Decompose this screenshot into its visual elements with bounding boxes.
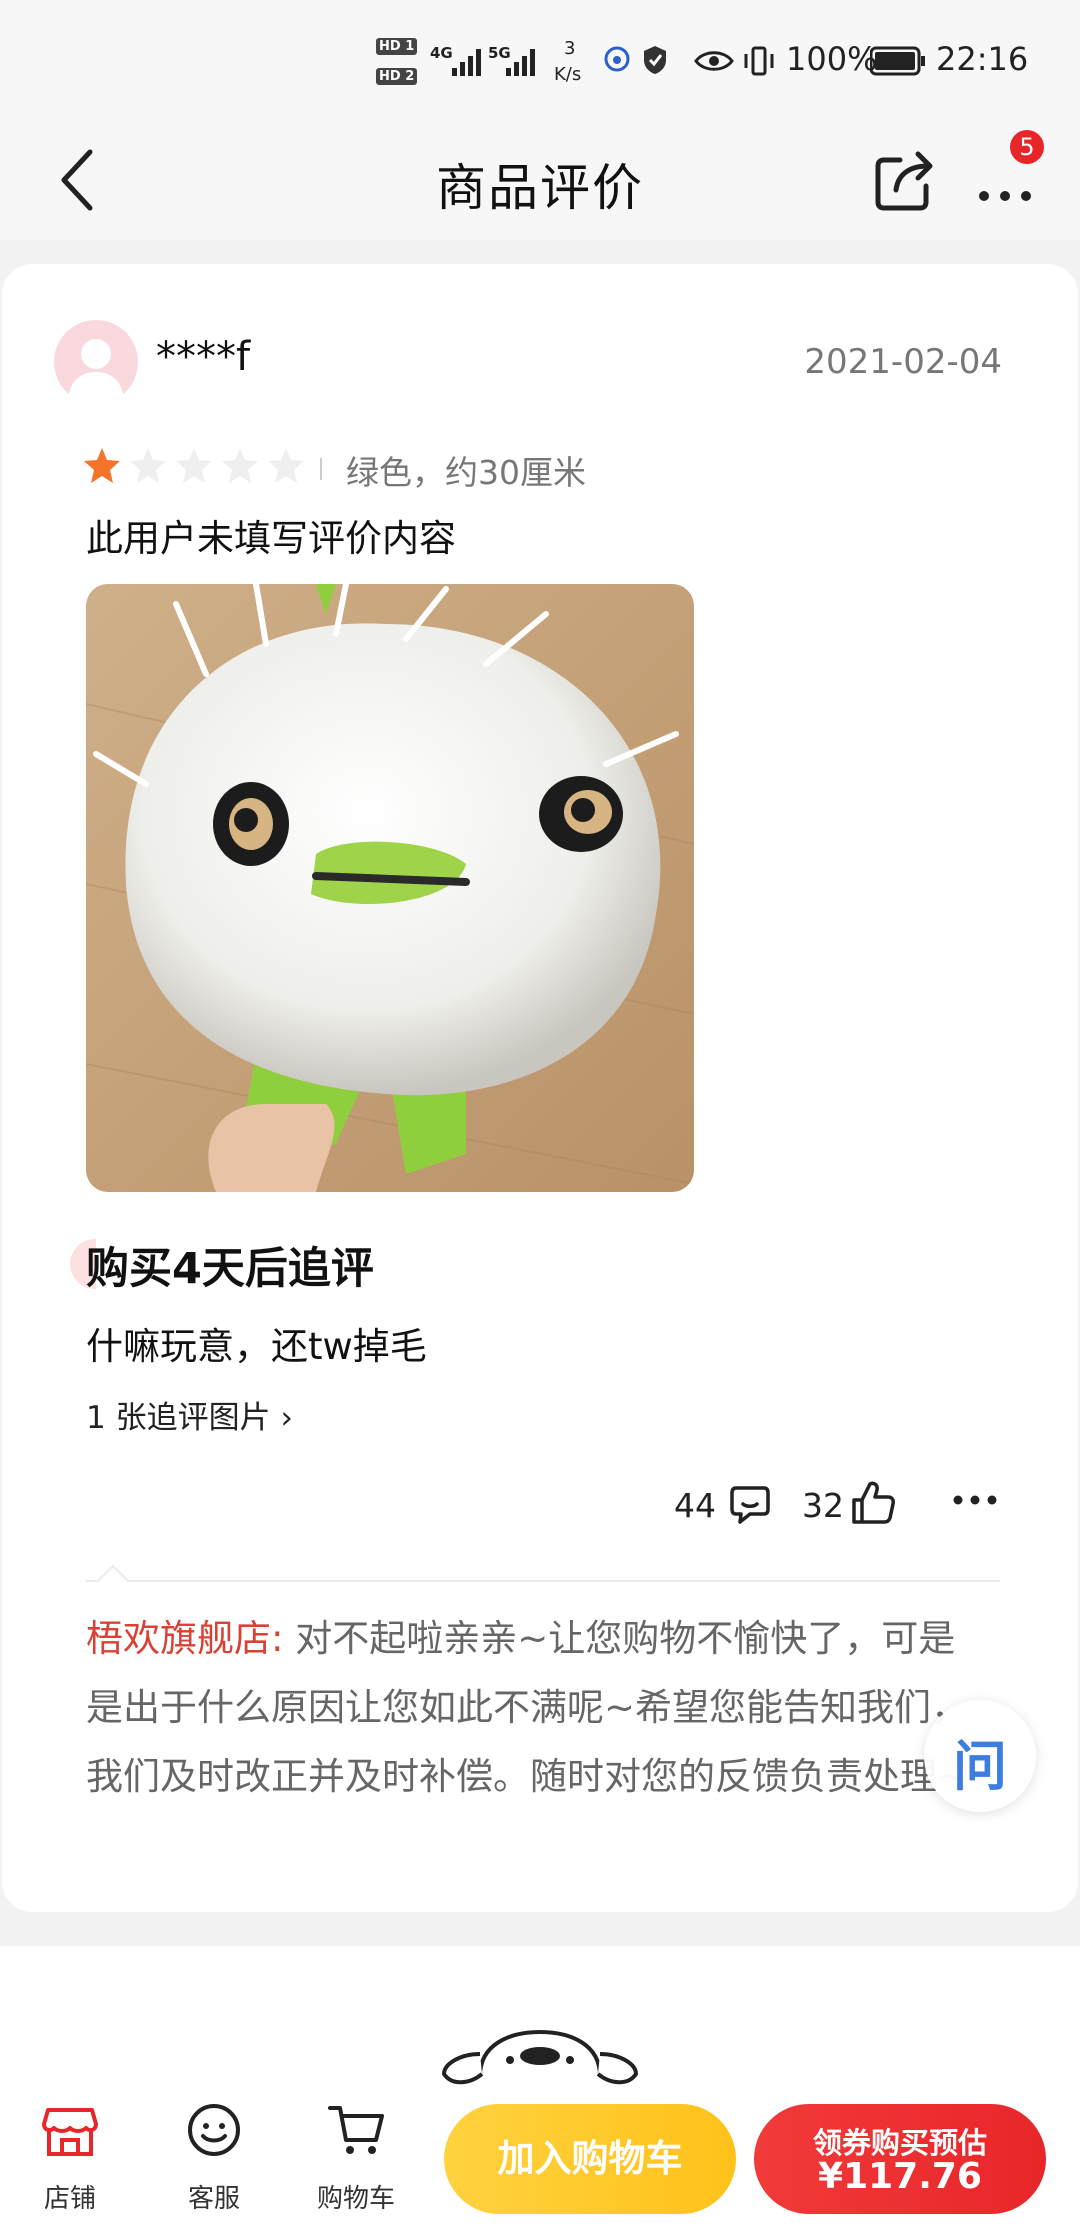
- tab-cart[interactable]: 购物车: [306, 2100, 406, 2220]
- sku-spec: 绿色，约30厘米: [346, 453, 586, 492]
- shop-name: 梧欢旗舰店:: [86, 1617, 284, 1660]
- review-photo[interactable]: [86, 584, 694, 1192]
- star-icon-empty: [222, 448, 258, 483]
- network-type-1: 4G: [430, 44, 453, 62]
- signal-icon-2: [506, 49, 535, 76]
- network-speed-value: 3: [564, 38, 576, 59]
- baidu-paw-icon: [604, 46, 630, 72]
- user-silhouette-icon: [68, 339, 124, 404]
- signal-icon: [452, 49, 481, 76]
- more-options-icon[interactable]: [952, 1492, 998, 1508]
- review-text: 此用户未填写评价内容: [86, 517, 456, 560]
- store-icon: [42, 2108, 98, 2156]
- star-icon-empty: [176, 448, 212, 483]
- star-icon-empty: [130, 448, 166, 483]
- follow-up-images-label: 1 张追评图片: [86, 1400, 271, 1436]
- thumbs-up-icon[interactable]: [848, 1478, 898, 1528]
- follow-up-title: 购买4天后追评: [86, 1244, 374, 1294]
- network-speed-unit: K/s: [554, 64, 582, 85]
- tab-store[interactable]: 店铺: [20, 2100, 120, 2220]
- reply-divider: [86, 1580, 1000, 1582]
- battery-icon: [870, 46, 925, 76]
- review-detail-page: HD 1 HD 2 4G 5G 3 K/s 100% 22:16 商品评价 5 …: [0, 0, 1080, 2228]
- estimated-price: ¥117.76: [818, 2156, 982, 2197]
- nav-bar: 商品评价 5: [0, 120, 1080, 240]
- comment-count: 44: [674, 1486, 716, 1525]
- customer-service-icon: [188, 2104, 240, 2156]
- like-count: 32: [802, 1486, 844, 1525]
- follow-up-text: 什嘛玩意，还tw掉毛: [86, 1325, 427, 1368]
- status-bar: HD 1 HD 2 4G 5G 3 K/s 100% 22:16: [0, 0, 1080, 120]
- shop-reply: 梧欢旗舰店: 对不起啦亲亲~让您购物不愉快了，可是是出于什么原因让您如此不满呢~…: [86, 1604, 986, 1811]
- notification-badge: 5: [1010, 130, 1044, 164]
- tab-customer-service-label: 客服: [187, 2184, 240, 2214]
- add-to-cart-button[interactable]: 加入购物车: [444, 2104, 736, 2214]
- avatar[interactable]: [54, 320, 138, 404]
- review-card: ****f 2021-02-04 绿色，约30厘米 此用户未填写评价内容 购买4…: [2, 264, 1078, 1912]
- sim2-label: HD 2: [376, 68, 418, 85]
- tab-store-label: 店铺: [43, 2184, 96, 2214]
- sim1-label: HD 1: [376, 38, 418, 55]
- chevron-right-icon: ›: [280, 1400, 293, 1436]
- review-date: 2021-02-04: [804, 342, 1002, 382]
- star-icon-empty: [268, 448, 304, 483]
- jd-dog-mascot-icon: [441, 2029, 639, 2085]
- comment-icon[interactable]: [728, 1482, 772, 1526]
- review-actions: 44 32: [642, 1478, 1002, 1538]
- divider: [320, 458, 322, 480]
- eye-icon: [694, 51, 734, 71]
- ask-question-button[interactable]: 问: [924, 1700, 1036, 1812]
- share-icon[interactable]: [870, 144, 940, 214]
- tab-customer-service[interactable]: 客服: [164, 2100, 264, 2220]
- clock: 22:16: [936, 40, 1029, 78]
- ask-question-icon: 问: [953, 1735, 1007, 1798]
- plush-toy-photo: [86, 584, 694, 1192]
- star-rating: [84, 448, 304, 483]
- battery-percent: 100%: [786, 40, 878, 78]
- username: ****f: [156, 334, 251, 380]
- follow-up-images-link[interactable]: 1 张追评图片 ›: [86, 1392, 293, 1437]
- star-icon-filled: [84, 448, 120, 483]
- reply-notch: [97, 1564, 129, 1596]
- tab-cart-label: 购物车: [316, 2184, 395, 2214]
- buy-with-coupon-button[interactable]: 领券购买预估 ¥117.76: [754, 2104, 1046, 2214]
- cart-icon: [328, 2106, 384, 2154]
- vibrate-icon: [744, 46, 774, 76]
- shield-icon: [644, 46, 666, 74]
